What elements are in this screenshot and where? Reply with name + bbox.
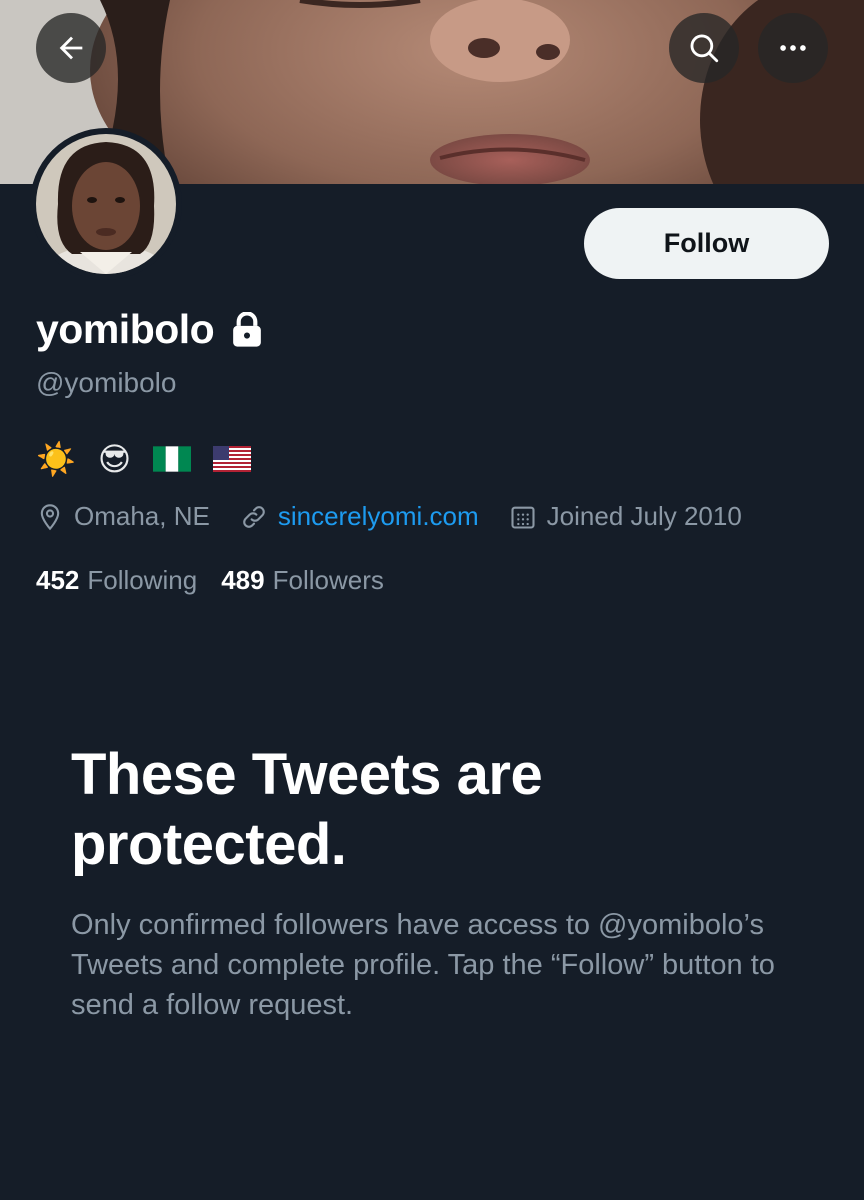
- following-label: Following: [87, 565, 198, 595]
- back-button[interactable]: [36, 13, 106, 83]
- follow-button[interactable]: Follow: [584, 208, 829, 279]
- followers-stat[interactable]: 489 Followers: [221, 565, 384, 596]
- follow-stats: 452 Following 489 Followers: [36, 565, 408, 596]
- search-button[interactable]: [669, 13, 739, 83]
- protected-message: Only confirmed followers have access to …: [71, 909, 775, 1021]
- website-link[interactable]: sincerelyomi.com: [278, 501, 479, 532]
- lock-icon: [230, 311, 264, 348]
- sunglasses-emoji: 😎: [97, 440, 132, 478]
- following-stat[interactable]: 452 Following: [36, 565, 197, 596]
- followers-label: Followers: [272, 565, 384, 595]
- more-button[interactable]: [758, 13, 828, 83]
- search-icon: [690, 34, 719, 63]
- link-icon: [243, 505, 265, 528]
- location: Omaha, NE: [36, 501, 210, 532]
- protected-title: These Tweets are protected.: [71, 742, 543, 877]
- avatar[interactable]: [30, 128, 182, 280]
- following-count: 452: [36, 565, 80, 595]
- profile-handle: @yomibolo: [36, 367, 177, 398]
- sun-emoji: ☀️: [36, 440, 76, 478]
- calendar-icon: [511, 506, 535, 529]
- join-date: Joined July 2010: [509, 501, 742, 532]
- bio: ☀️ 😎: [36, 440, 273, 478]
- display-name: yomibolo: [36, 306, 215, 352]
- profile-meta: Omaha, NE sincerelyomi.com Joined July 2…: [36, 501, 772, 532]
- more-icon: [780, 45, 806, 51]
- back-arrow-icon: [59, 36, 83, 60]
- website[interactable]: sincerelyomi.com: [240, 501, 479, 532]
- followers-count: 489: [221, 565, 265, 595]
- name-row: yomibolo: [36, 306, 264, 353]
- avatar-image: [36, 134, 176, 274]
- usa-flag-emoji: [213, 446, 252, 472]
- join-date-text: Joined July 2010: [546, 501, 742, 531]
- location-pin-icon: [40, 503, 60, 530]
- nigeria-flag-emoji: [153, 446, 192, 472]
- location-text: Omaha, NE: [74, 501, 210, 531]
